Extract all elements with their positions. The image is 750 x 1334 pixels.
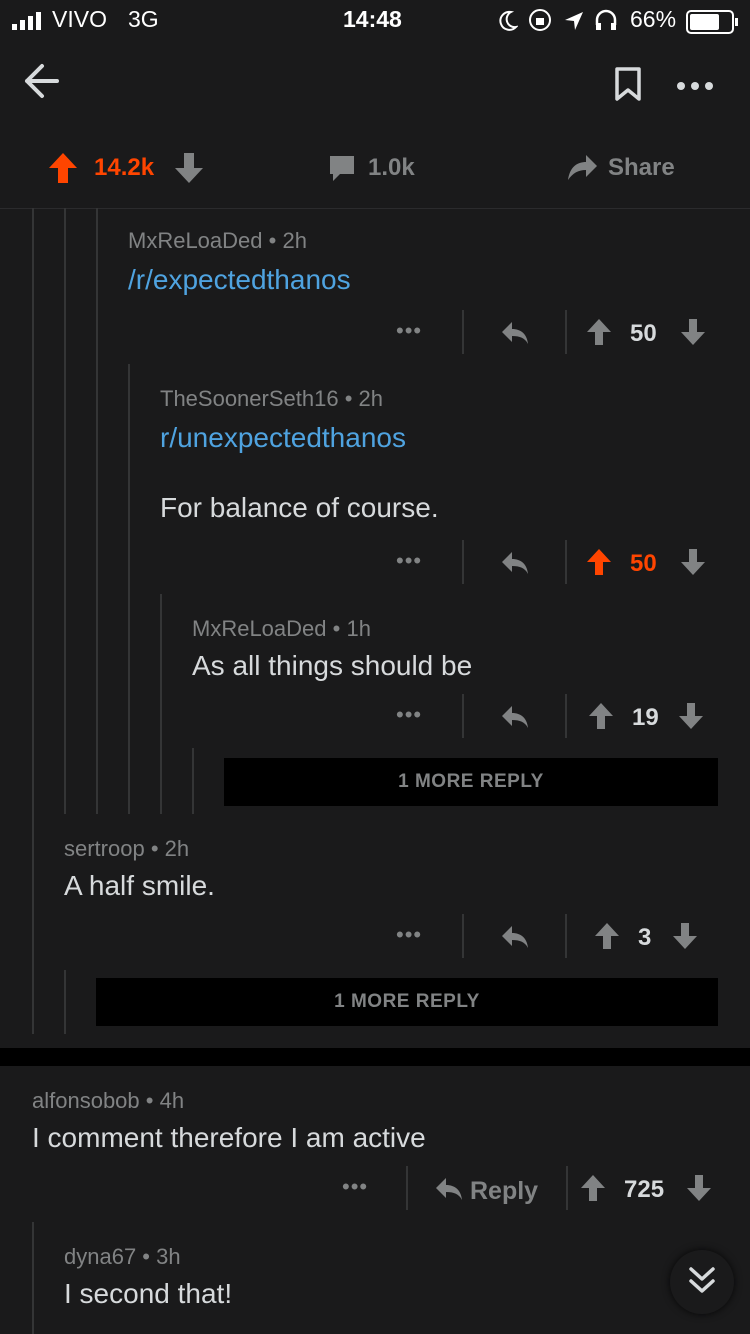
post-score: 14.2k xyxy=(94,154,155,181)
comment-meta: MxReLoaDed • 2h xyxy=(128,228,307,253)
comment-icon[interactable] xyxy=(328,154,356,187)
more-options-icon[interactable]: ••• xyxy=(396,548,422,574)
upvote-icon[interactable] xyxy=(594,922,620,955)
comment-age: 2h xyxy=(164,836,190,861)
double-chevron-down-icon xyxy=(688,1266,716,1301)
battery-icon xyxy=(686,10,740,39)
share-icon[interactable] xyxy=(566,152,598,187)
comment-meta: MxReLoaDed • 1h xyxy=(192,616,371,641)
comment: alfonsobob • 4h I comment therefore I am… xyxy=(32,1088,722,1154)
status-bar: VIVO 3G 14:48 66% xyxy=(0,0,750,42)
more-replies-button[interactable]: 1 MORE REPLY xyxy=(224,758,718,806)
rotation-lock-icon xyxy=(528,8,552,37)
comment-author[interactable]: alfonsobob xyxy=(32,1088,140,1113)
reply-icon[interactable] xyxy=(500,550,530,581)
thread-line[interactable] xyxy=(160,594,162,814)
comment-score: 50 xyxy=(630,320,657,347)
comment-link[interactable]: /r/expectedthanos xyxy=(128,264,728,296)
comment-body: For balance of course. xyxy=(160,492,439,523)
network-label: 3G xyxy=(128,6,159,32)
reply-button[interactable]: Reply xyxy=(434,1174,564,1208)
comment-actions: ••• 19 xyxy=(380,694,730,744)
upvote-icon-active[interactable] xyxy=(586,548,612,581)
more-options-icon[interactable]: ••• xyxy=(396,922,422,948)
comment-actions: ••• 50 xyxy=(380,540,730,590)
comment-actions: ••• 50 xyxy=(380,310,730,360)
comment-age: 3h xyxy=(156,1244,181,1269)
comment-meta: dyna67 • 3h xyxy=(64,1244,181,1269)
upvote-icon[interactable] xyxy=(588,702,614,735)
comment-body: As all things should be xyxy=(192,650,473,681)
comment: dyna67 • 3h I second that! xyxy=(64,1244,664,1310)
thread-line[interactable] xyxy=(192,748,194,814)
more-replies-button[interactable]: 1 MORE REPLY xyxy=(96,978,718,1026)
downvote-icon[interactable] xyxy=(672,922,698,955)
headphones-icon xyxy=(594,9,618,36)
thread-line[interactable] xyxy=(64,970,66,1034)
more-options-icon[interactable]: ••• xyxy=(396,702,422,728)
comment: MxReLoaDed • 1h As all things should be xyxy=(192,616,732,682)
downvote-icon[interactable] xyxy=(686,1174,712,1207)
comment-body: A half smile. xyxy=(64,870,215,901)
comment-actions: ••• 3 xyxy=(380,914,730,964)
comment: TheSoonerSeth16 • 2h r/unexpectedthanos … xyxy=(160,386,730,524)
carrier-label: VIVO xyxy=(52,6,107,32)
comment-author[interactable]: dyna67 xyxy=(64,1244,136,1269)
more-options-icon[interactable]: ••• xyxy=(342,1174,368,1200)
comment-author[interactable]: MxReLoaDed xyxy=(192,616,327,641)
upvote-icon[interactable] xyxy=(586,318,612,351)
more-options-icon[interactable] xyxy=(676,78,716,96)
clock: 14:48 xyxy=(343,6,402,32)
share-button[interactable]: Share xyxy=(608,154,675,182)
comment-age: 4h xyxy=(159,1088,185,1113)
thread-line[interactable] xyxy=(32,1222,34,1334)
comment-author[interactable]: sertroop xyxy=(64,836,145,861)
comment-age: 2h xyxy=(282,228,307,253)
comment-link[interactable]: r/unexpectedthanos xyxy=(160,422,730,454)
downvote-icon[interactable] xyxy=(680,548,706,581)
back-arrow-icon[interactable] xyxy=(22,62,60,105)
comment-count: 1.0k xyxy=(368,154,415,181)
comment-age: 2h xyxy=(358,386,383,411)
bookmark-icon[interactable] xyxy=(614,66,642,107)
comment-body: I second that! xyxy=(64,1278,233,1309)
comment-body: I comment therefore I am active xyxy=(32,1122,426,1153)
comment-author[interactable]: TheSoonerSeth16 xyxy=(160,386,339,411)
top-nav xyxy=(0,42,750,122)
battery-percent: 66% xyxy=(630,6,677,32)
comment-score: 50 xyxy=(630,550,657,577)
reply-icon[interactable] xyxy=(500,320,530,351)
post-upvote-icon[interactable] xyxy=(48,152,78,189)
scroll-to-next-button[interactable] xyxy=(670,1250,734,1314)
moon-icon xyxy=(498,10,519,37)
downvote-icon[interactable] xyxy=(678,702,704,735)
comment-thread-divider xyxy=(0,1048,750,1066)
comment-score: 725 xyxy=(624,1176,665,1203)
upvote-icon[interactable] xyxy=(580,1174,606,1207)
comment: MxReLoaDed • 2h /r/expectedthanos xyxy=(128,228,728,296)
comment-meta: sertroop • 2h xyxy=(64,836,190,861)
reply-icon[interactable] xyxy=(500,704,530,735)
thread-line[interactable] xyxy=(128,364,130,814)
thread-line[interactable] xyxy=(64,208,66,814)
more-options-icon[interactable]: ••• xyxy=(396,318,422,344)
reply-label: Reply xyxy=(470,1177,539,1205)
reply-icon xyxy=(434,1176,464,1207)
comment-actions: ••• Reply 725 xyxy=(326,1166,736,1216)
signal-icon xyxy=(12,12,48,35)
comment-author[interactable]: MxReLoaDed xyxy=(128,228,263,253)
comment-score: 19 xyxy=(632,704,659,731)
location-icon xyxy=(563,10,585,37)
downvote-icon[interactable] xyxy=(680,318,706,351)
comment: sertroop • 2h A half smile. xyxy=(64,836,724,902)
thread-line[interactable] xyxy=(96,208,98,814)
thread-line[interactable] xyxy=(32,208,34,1034)
comment-meta: alfonsobob • 4h xyxy=(32,1088,185,1113)
comment-meta: TheSoonerSeth16 • 2h xyxy=(160,386,383,411)
post-downvote-icon[interactable] xyxy=(174,152,204,189)
reply-icon[interactable] xyxy=(500,924,530,955)
comment-age: 1h xyxy=(346,616,371,641)
post-action-bar: 14.2k 1.0k Share xyxy=(0,124,750,209)
comment-score: 3 xyxy=(638,924,652,951)
